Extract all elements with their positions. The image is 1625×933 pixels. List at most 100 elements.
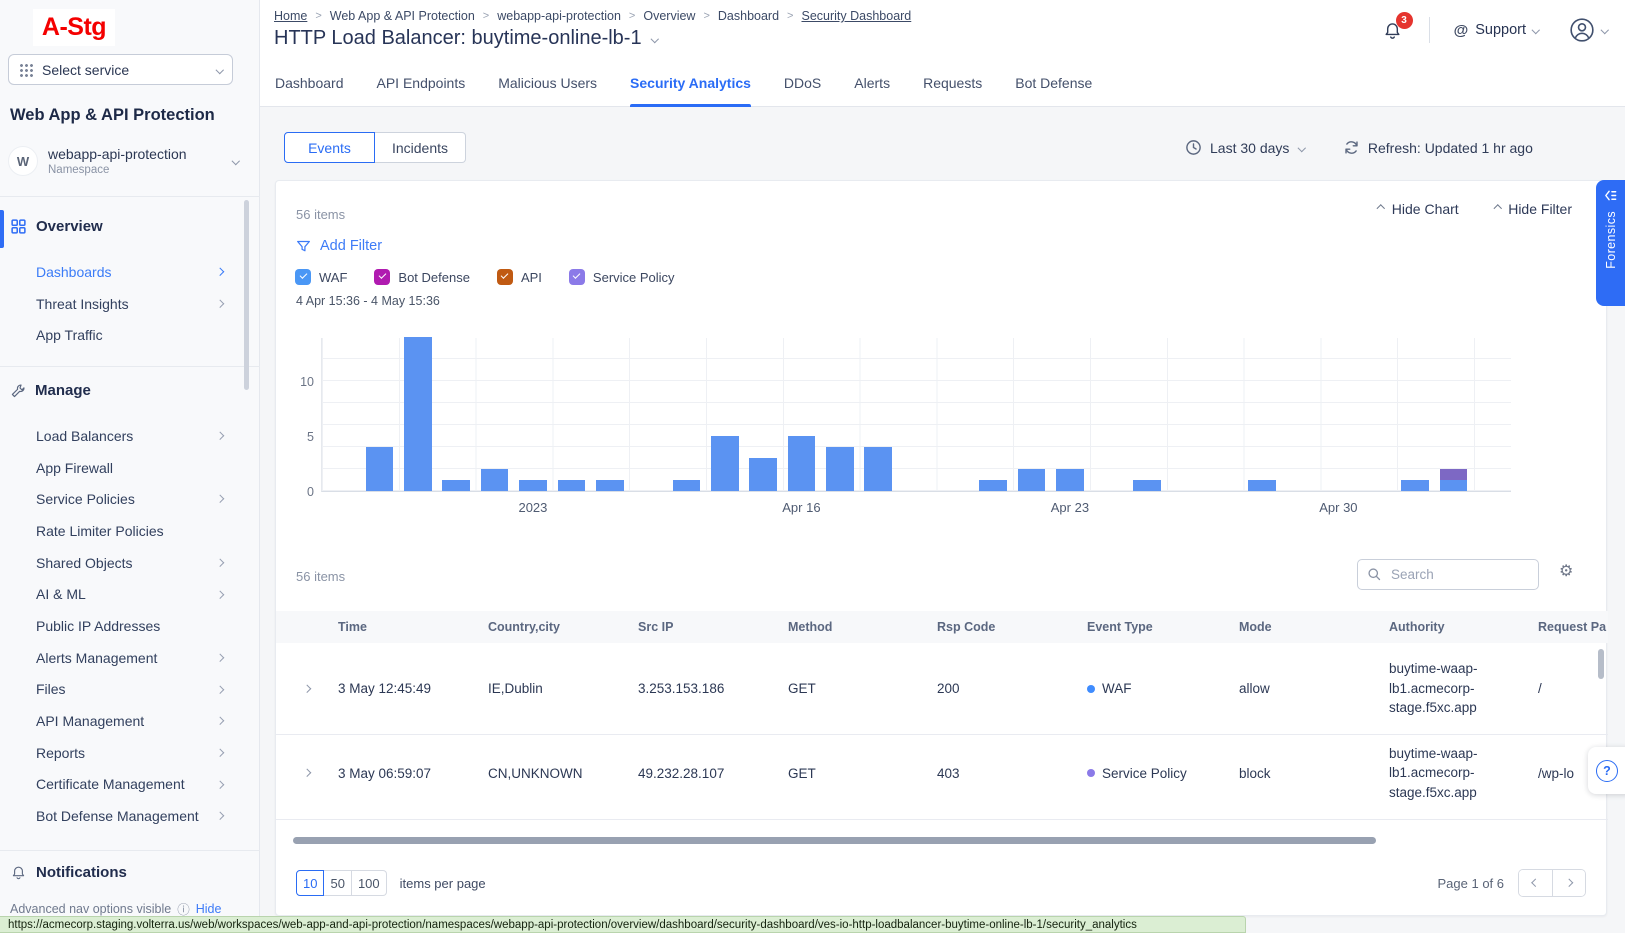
sidebar-item-service-policies[interactable]: Service Policies: [0, 483, 248, 515]
chart-bar-3-may[interactable]: [1440, 469, 1468, 491]
breadcrumb-item-home[interactable]: Home: [274, 9, 307, 23]
page-size-50[interactable]: 50: [324, 870, 351, 896]
chart-bar-23-apr[interactable]: [1056, 469, 1084, 491]
chart-bar-28-apr[interactable]: [1248, 480, 1276, 491]
chart-bar-22-apr[interactable]: [1018, 469, 1046, 491]
column-header-mode[interactable]: Mode: [1239, 620, 1389, 634]
refresh-button[interactable]: Refresh: Updated 1 hr ago: [1343, 139, 1533, 156]
tab-malicious-users[interactable]: Malicious Users: [498, 60, 597, 107]
chart-bar-9-apr[interactable]: [519, 480, 547, 491]
horizontal-scrollbar[interactable]: [293, 837, 1376, 844]
chart-bar-25-apr[interactable]: [1133, 480, 1161, 491]
chart-bar-10-apr[interactable]: [558, 480, 586, 491]
column-header-request-pa[interactable]: Request Pa: [1538, 620, 1608, 634]
sidebar-item-files[interactable]: Files: [0, 674, 248, 706]
sidebar-item-public-ip-addresses[interactable]: Public IP Addresses: [0, 610, 248, 642]
sidebar-scrollbar[interactable]: [244, 200, 249, 390]
vertical-scrollbar[interactable]: [1598, 649, 1604, 679]
tab-ddos[interactable]: DDoS: [784, 60, 821, 107]
table-search[interactable]: [1357, 559, 1539, 590]
notifications-bell-button[interactable]: 3: [1382, 20, 1403, 41]
previous-page-button[interactable]: [1519, 870, 1552, 896]
user-account-menu[interactable]: [1569, 17, 1608, 43]
page-size-10[interactable]: 10: [296, 870, 324, 896]
time-range-selector[interactable]: Last 30 days: [1185, 139, 1305, 156]
sidebar-item-threat-insights[interactable]: Threat Insights: [0, 288, 248, 320]
filter-waf[interactable]: WAF: [295, 269, 347, 285]
column-header-time[interactable]: Time: [338, 620, 488, 634]
column-header-src-ip[interactable]: Src IP: [638, 620, 788, 634]
tab-requests[interactable]: Requests: [923, 60, 982, 107]
sidebar-item-api-management[interactable]: API Management: [0, 705, 248, 737]
segment-incidents[interactable]: Incidents: [375, 132, 466, 163]
namespace-selector[interactable]: W webapp-api-protection Namespace: [8, 139, 252, 183]
sidebar-item-app-firewall[interactable]: App Firewall: [0, 452, 248, 484]
add-filter-button[interactable]: Add Filter: [296, 238, 382, 254]
table-row[interactable]: 3 May 12:45:49IE,Dublin3.253.153.186GET2…: [276, 643, 1608, 734]
chart-bar-8-apr[interactable]: [481, 469, 509, 491]
table-settings-gear-icon[interactable]: ⚙: [1559, 564, 1573, 580]
chart-bar-6-apr[interactable]: [404, 337, 432, 491]
sidebar-item-alerts-management[interactable]: Alerts Management: [0, 642, 248, 674]
column-header-country-city[interactable]: Country,city: [488, 620, 638, 634]
hide-advanced-nav-link[interactable]: Hide: [196, 902, 222, 916]
page-size-100[interactable]: 100: [352, 870, 387, 896]
breadcrumb-item-web-app-api-protection[interactable]: Web App & API Protection: [330, 9, 475, 23]
segment-events[interactable]: Events: [284, 132, 375, 163]
breadcrumb-item-dashboard[interactable]: Dashboard: [718, 9, 779, 23]
tab-security-analytics[interactable]: Security Analytics: [630, 60, 751, 107]
sidebar-item-reports[interactable]: Reports: [0, 737, 248, 769]
sidebar-item-rate-limiter-policies[interactable]: Rate Limiter Policies: [0, 515, 248, 547]
chart-bar-7-apr[interactable]: [442, 480, 470, 491]
checkbox-checked[interactable]: [497, 269, 513, 285]
sidebar-item-load-balancers[interactable]: Load Balancers: [0, 420, 248, 452]
checkbox-checked[interactable]: [569, 269, 585, 285]
next-page-button[interactable]: [1552, 870, 1585, 896]
filter-service-policy[interactable]: Service Policy: [569, 269, 675, 285]
sidebar-section-overview[interactable]: Overview: [10, 218, 103, 235]
row-expand-button[interactable]: [276, 770, 338, 776]
checkbox-checked[interactable]: [374, 269, 390, 285]
sidebar-item-shared-objects[interactable]: Shared Objects: [0, 547, 248, 579]
breadcrumb-item-security-dashboard[interactable]: Security Dashboard: [801, 9, 911, 23]
service-selector[interactable]: Select service: [8, 54, 233, 85]
tab-api-endpoints[interactable]: API Endpoints: [377, 60, 466, 107]
search-input[interactable]: [1389, 566, 1529, 583]
column-header-event-type[interactable]: Event Type: [1087, 620, 1239, 634]
tab-bot-defense[interactable]: Bot Defense: [1015, 60, 1092, 107]
forensics-drawer-tab[interactable]: Forensics: [1596, 180, 1625, 306]
chart-bar-17-apr[interactable]: [826, 447, 854, 491]
row-expand-button[interactable]: [276, 686, 338, 692]
sidebar-section-notifications[interactable]: Notifications: [10, 864, 127, 881]
hide-filter-button[interactable]: Hide Filter: [1495, 201, 1572, 217]
column-header-rsp-code[interactable]: Rsp Code: [937, 620, 1087, 634]
filter-bot-defense[interactable]: Bot Defense: [374, 269, 470, 285]
chart-bar-21-apr[interactable]: [979, 480, 1007, 491]
breadcrumb-item-webapp-api-protection[interactable]: webapp-api-protection: [497, 9, 621, 23]
column-header-method[interactable]: Method: [788, 620, 937, 634]
chart-bar-2-may[interactable]: [1401, 480, 1429, 491]
sidebar-item-certificate-management[interactable]: Certificate Management: [0, 769, 248, 801]
sidebar-section-manage[interactable]: Manage: [10, 382, 91, 399]
title-chevron-down-icon[interactable]: [650, 35, 658, 43]
checkbox-checked[interactable]: [295, 269, 311, 285]
sidebar-item-bot-defense-management[interactable]: Bot Defense Management: [0, 800, 248, 832]
help-button[interactable]: ?: [1588, 747, 1625, 794]
chart-bar-13-apr[interactable]: [673, 480, 701, 491]
sidebar-item-ai-ml[interactable]: AI & ML: [0, 578, 248, 610]
tab-dashboard[interactable]: Dashboard: [275, 60, 344, 107]
chart-bar-16-apr[interactable]: [788, 436, 816, 491]
tab-alerts[interactable]: Alerts: [854, 60, 890, 107]
hide-chart-button[interactable]: Hide Chart: [1378, 201, 1458, 217]
chart-bar-5-apr[interactable]: [366, 447, 394, 491]
chart-bar-14-apr[interactable]: [711, 436, 739, 491]
sidebar-item-dashboards[interactable]: Dashboards: [0, 256, 248, 288]
sidebar-item-app-traffic[interactable]: App Traffic: [0, 319, 248, 351]
chart-bar-18-apr[interactable]: [864, 447, 892, 491]
chart-bar-11-apr[interactable]: [596, 480, 624, 491]
filter-api[interactable]: API: [497, 269, 542, 285]
table-row[interactable]: 3 May 06:59:07CN,UNKNOWN49.232.28.107GET…: [276, 734, 1608, 811]
column-header-authority[interactable]: Authority: [1389, 620, 1538, 634]
support-menu[interactable]: @ Support: [1454, 22, 1539, 39]
breadcrumb-item-overview[interactable]: Overview: [643, 9, 695, 23]
